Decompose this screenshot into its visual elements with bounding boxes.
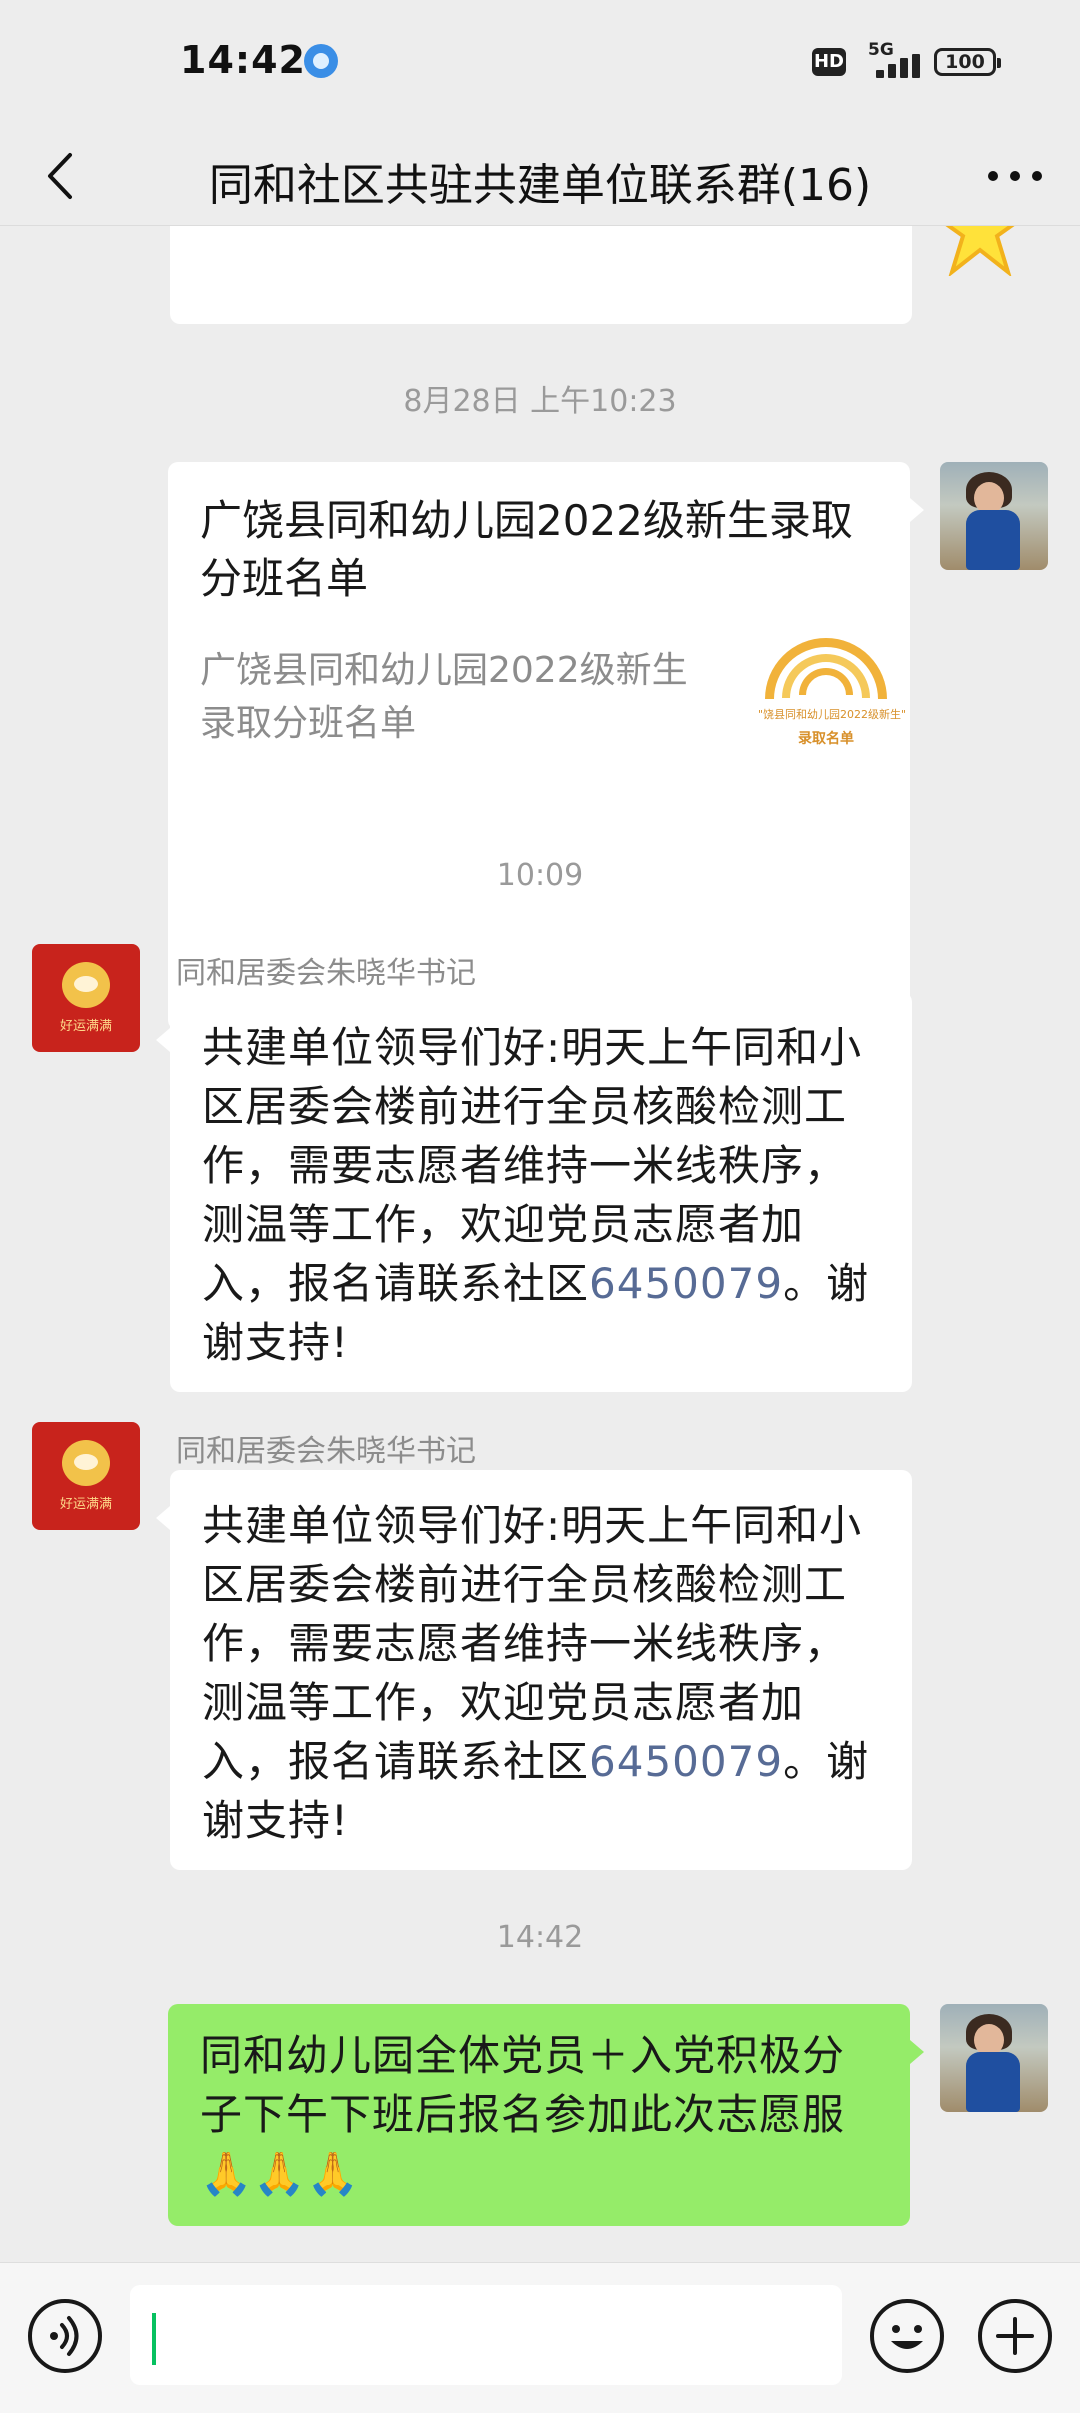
avatar-sender[interactable]: 好运满满 [32, 944, 140, 1052]
link-card[interactable]: 广饶县同和幼儿园2022级新生录取分班名单 广饶县同和幼儿园2022级新生录取分… [168, 462, 924, 1030]
battery-icon: 100 [934, 48, 1001, 76]
hd-badge: HD [812, 48, 846, 76]
message-text: 共建单位领导们好:明天上午同和小区居委会楼前进行全员核酸检测工作，需要志愿者维持… [202, 1023, 870, 1367]
text-cursor [152, 2313, 156, 2365]
sender-name: 同和居委会朱晓华书记 [176, 956, 476, 991]
timestamp: 14:42 [496, 1920, 584, 1955]
pray-emoji: 🙏🙏🙏 [200, 2149, 360, 2198]
voice-icon[interactable] [28, 2299, 102, 2373]
star-icon [930, 226, 1030, 276]
plus-icon[interactable] [978, 2299, 1052, 2373]
status-time: 14:42 [180, 38, 306, 82]
status-bar: 14:42 HD 5G 100 [0, 0, 1080, 125]
more-icon[interactable] [980, 141, 1050, 211]
phone-link[interactable]: 6450079 [589, 1259, 783, 1308]
emoji-icon[interactable] [870, 2299, 944, 2373]
avatar-self[interactable] [940, 2004, 1048, 2112]
avatar-sender[interactable]: 好运满满 [32, 1422, 140, 1530]
chat-area[interactable]: 8月28日 上午10:23 广饶县同和幼儿园2022级新生录取分班名单 广饶县同… [0, 226, 1080, 2262]
timestamp: 10:09 [496, 858, 584, 893]
input-bar [0, 2262, 1080, 2413]
message-bubble[interactable]: 共建单位领导们好:明天上午同和小区居委会楼前进行全员核酸检测工作，需要志愿者维持… [156, 1470, 912, 1870]
sender-name: 同和居委会朱晓华书记 [176, 1434, 476, 1469]
avatar-caption: 好运满满 [59, 1019, 112, 1034]
thumb-caption-1: "饶县同和幼儿园2022级新生" [758, 708, 907, 721]
card-title: 广饶县同和幼儿园2022级新生录取分班名单 [200, 496, 853, 603]
card-thumbnail: "饶县同和幼儿园2022级新生" 录取名单 [758, 638, 906, 758]
notification-icon [304, 44, 338, 78]
chat-header: 同和社区共驻共建单位联系群(16) [0, 125, 1080, 226]
signal-icon [868, 54, 920, 78]
card-description: 广饶县同和幼儿园2022级新生录取分班名单 [200, 650, 688, 744]
chat-title: 同和社区共驻共建单位联系群(16) [208, 160, 872, 211]
avatar-caption: 好运满满 [59, 1497, 112, 1512]
message-text: 同和幼儿园全体党员＋入党积极分子下午下班后报名参加此次志愿服 🙏🙏🙏 [200, 2031, 846, 2198]
message-input[interactable] [130, 2285, 842, 2385]
message-bubble-self[interactable]: 同和幼儿园全体党员＋入党积极分子下午下班后报名参加此次志愿服 🙏🙏🙏 [168, 2004, 924, 2226]
message-text: 共建单位领导们好:明天上午同和小区居委会楼前进行全员核酸检测工作，需要志愿者维持… [202, 1501, 870, 1845]
timestamp: 8月28日 上午10:23 [403, 384, 677, 419]
phone-link[interactable]: 6450079 [589, 1737, 783, 1786]
previous-message-bubble[interactable] [170, 226, 1015, 324]
thumb-caption-2: 录取名单 [798, 731, 854, 747]
back-arrow-icon[interactable] [30, 141, 100, 211]
message-bubble[interactable]: 共建单位领导们好:明天上午同和小区居委会楼前进行全员核酸检测工作，需要志愿者维持… [156, 992, 912, 1392]
avatar-self[interactable] [940, 462, 1048, 570]
